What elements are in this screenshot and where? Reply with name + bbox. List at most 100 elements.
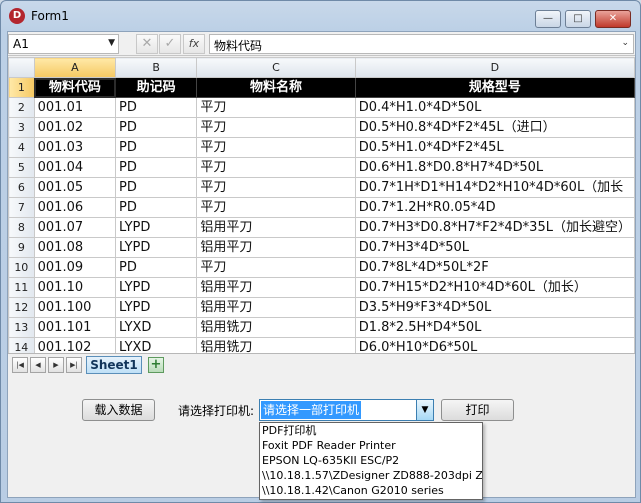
table-cell[interactable]: 平刀	[196, 97, 356, 118]
select-all-corner[interactable]	[8, 57, 35, 78]
table-cell[interactable]: 001.01	[33, 97, 117, 118]
row-header[interactable]: 6	[8, 177, 35, 198]
table-cell[interactable]: D0.7*1.2H*R0.05*4D	[354, 197, 635, 218]
table-cell[interactable]: PD	[115, 117, 198, 138]
table-cell[interactable]: D0.7*H15*D2*H10*4D*60L（加长）	[354, 277, 635, 298]
table-cell[interactable]: 平刀	[196, 137, 356, 158]
table-cell[interactable]: D0.7*8L*4D*50L*2F	[354, 257, 635, 278]
insert-function-button[interactable]: fx	[183, 34, 205, 54]
print-button[interactable]: 打印	[441, 399, 514, 421]
table-cell[interactable]: 001.102	[33, 337, 117, 353]
row-header[interactable]: 3	[8, 117, 35, 138]
cancel-edit-button[interactable]: ✕	[136, 34, 158, 54]
table-cell[interactable]: LYXD	[115, 337, 198, 353]
printer-select[interactable]: 请选择一部打印机 ▼	[259, 399, 434, 421]
table-cell[interactable]: 001.09	[33, 257, 117, 278]
table-cell[interactable]: 平刀	[196, 157, 356, 178]
expand-formula-icon[interactable]: ⌄	[621, 38, 629, 48]
cell-reference-box[interactable]: A1 ▼	[8, 34, 119, 54]
tab-sheet1[interactable]: Sheet1	[86, 356, 142, 374]
table-cell[interactable]: 铝用平刀	[196, 297, 356, 318]
row-header[interactable]: 13	[8, 317, 35, 338]
table-cell[interactable]: D0.7*H3*D0.8*H7*F2*4D*35L（加长避空）	[354, 217, 635, 238]
table-cell[interactable]: 001.101	[33, 317, 117, 338]
table-cell[interactable]: 铝用铣刀	[196, 317, 356, 338]
header-cell[interactable]: 物料名称	[196, 77, 356, 98]
table-cell[interactable]: D0.5*H1.0*4D*F2*45L	[354, 137, 635, 158]
column-header-b[interactable]: B	[115, 57, 198, 78]
table-cell[interactable]: 001.03	[33, 137, 117, 158]
table-cell[interactable]: 平刀	[196, 117, 356, 138]
previous-sheet-button[interactable]: ◀	[30, 357, 46, 373]
table-cell[interactable]: 平刀	[196, 197, 356, 218]
table-cell[interactable]: 001.06	[33, 197, 117, 218]
printer-option[interactable]: Foxit PDF Reader Printer	[260, 438, 482, 453]
table-cell[interactable]: LYPD	[115, 217, 198, 238]
confirm-edit-button[interactable]: ✓	[159, 34, 181, 54]
table-cell[interactable]: PD	[115, 137, 198, 158]
column-header-d[interactable]: D	[354, 57, 635, 78]
row-header[interactable]: 8	[8, 217, 35, 238]
table-cell[interactable]: LYXD	[115, 317, 198, 338]
table-cell[interactable]: D0.6*H1.8*D0.8*H7*4D*50L	[354, 157, 635, 178]
table-cell[interactable]: PD	[115, 157, 198, 178]
table-cell[interactable]: D3.5*H9*F3*4D*50L	[354, 297, 635, 318]
table-cell[interactable]: 铝用平刀	[196, 217, 356, 238]
table-cell[interactable]: 001.08	[33, 237, 117, 258]
row-header[interactable]: 5	[8, 157, 35, 178]
first-sheet-button[interactable]: |◀	[12, 357, 28, 373]
table-cell[interactable]: 铝用平刀	[196, 237, 356, 258]
table-cell[interactable]: 平刀	[196, 257, 356, 278]
title-bar[interactable]: D Form1 — □ ✕	[1, 1, 640, 31]
table-cell[interactable]: PD	[115, 257, 198, 278]
chevron-down-icon[interactable]: ▼	[108, 38, 115, 48]
table-cell[interactable]: D0.7*1H*D1*H14*D2*H10*4D*60L（加长	[354, 177, 635, 198]
table-cell[interactable]: 001.100	[33, 297, 117, 318]
row-header[interactable]: 12	[8, 297, 35, 318]
add-sheet-icon[interactable]: +	[148, 357, 164, 373]
chevron-down-icon[interactable]: ▼	[416, 400, 433, 420]
header-cell[interactable]: 助记码	[115, 77, 198, 98]
printer-option[interactable]: \\10.18.1.57\ZDesigner ZD888-203dpi ZPL	[260, 468, 482, 483]
close-button[interactable]: ✕	[595, 10, 631, 28]
minimize-button[interactable]: —	[535, 10, 561, 28]
table-cell[interactable]: LYPD	[115, 277, 198, 298]
row-header[interactable]: 9	[8, 237, 35, 258]
table-cell[interactable]: LYPD	[115, 297, 198, 318]
table-cell[interactable]: 001.04	[33, 157, 117, 178]
column-header-a[interactable]: A	[33, 57, 117, 78]
table-cell[interactable]: D6.0*H10*D6*50L	[354, 337, 635, 353]
last-sheet-button[interactable]: ▶|	[66, 357, 82, 373]
table-cell[interactable]: 001.10	[33, 277, 117, 298]
column-header-c[interactable]: C	[196, 57, 356, 78]
table-cell[interactable]: PD	[115, 97, 198, 118]
table-cell[interactable]: 铝用平刀	[196, 277, 356, 298]
row-header[interactable]: 7	[8, 197, 35, 218]
table-cell[interactable]: D0.5*H0.8*4D*F2*45L（进口）	[354, 117, 635, 138]
row-header[interactable]: 4	[8, 137, 35, 158]
table-cell[interactable]: 001.02	[33, 117, 117, 138]
printer-option[interactable]: EPSON LQ-635KII ESC/P2	[260, 453, 482, 468]
row-header[interactable]: 10	[8, 257, 35, 278]
table-cell[interactable]: 001.05	[33, 177, 117, 198]
table-cell[interactable]: PD	[115, 197, 198, 218]
maximize-button[interactable]: □	[565, 10, 591, 28]
spreadsheet-grid[interactable]: A B C D 1 物料代码 助记码 物料名称 规格型号 2 001.01 PD 平刀 D0.4*…	[8, 57, 635, 353]
row-header[interactable]: 2	[8, 97, 35, 118]
header-cell[interactable]: 物料代码	[33, 77, 117, 98]
printer-option[interactable]: PDF打印机	[260, 423, 482, 438]
row-header[interactable]: 11	[8, 277, 35, 298]
table-cell[interactable]: D1.8*2.5H*D4*50L	[354, 317, 635, 338]
table-cell[interactable]: LYPD	[115, 237, 198, 258]
table-cell[interactable]: D0.4*H1.0*4D*50L	[354, 97, 635, 118]
table-cell[interactable]: 铝用铣刀	[196, 337, 356, 353]
next-sheet-button[interactable]: ▶	[48, 357, 64, 373]
table-cell[interactable]: 001.07	[33, 217, 117, 238]
header-cell[interactable]: 规格型号	[354, 77, 635, 98]
formula-input[interactable]: 物料代码 ⌄	[209, 34, 634, 54]
table-cell[interactable]: PD	[115, 177, 198, 198]
printer-option[interactable]: \\10.18.1.42\Canon G2010 series	[260, 483, 482, 498]
row-header[interactable]: 14	[8, 337, 35, 353]
table-cell[interactable]: D0.7*H3*4D*50L	[354, 237, 635, 258]
row-header[interactable]: 1	[8, 77, 35, 98]
